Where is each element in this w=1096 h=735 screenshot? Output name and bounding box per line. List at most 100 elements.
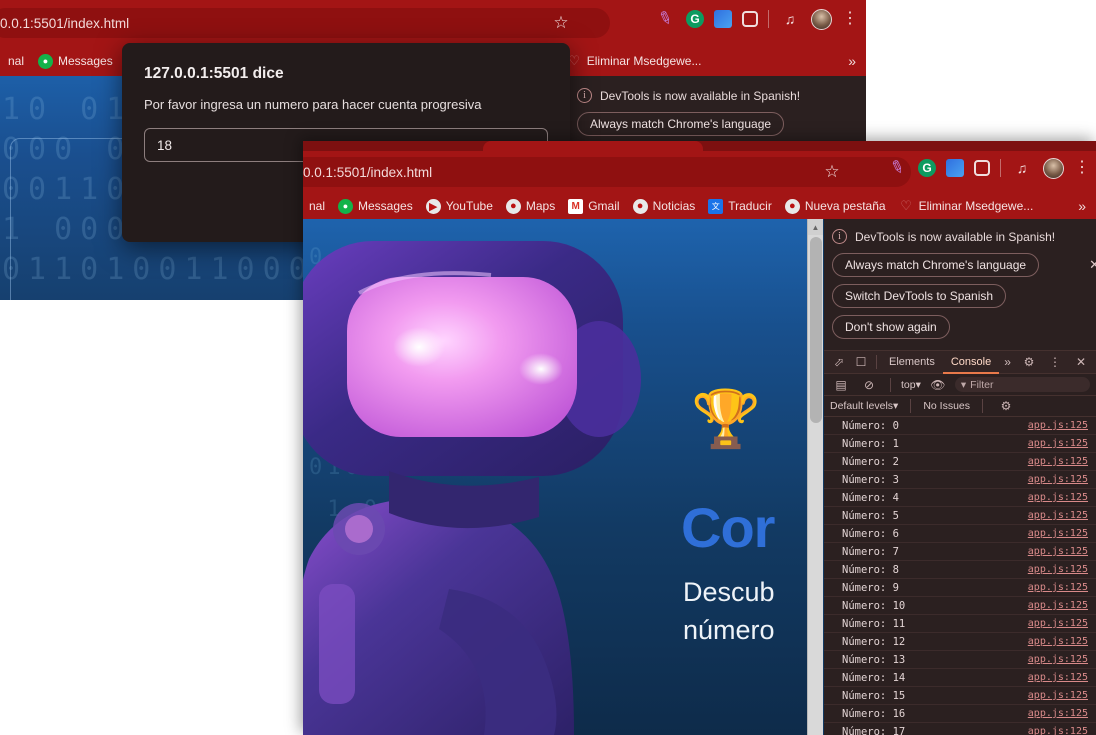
console-log-message: Número: 17 xyxy=(842,725,906,735)
execution-context-select[interactable]: top▾ xyxy=(901,379,921,391)
bookmark-item[interactable]: ♡ Eliminar Msedgewe... xyxy=(567,53,701,69)
console-log-row: Número: 11 app.js:125 xyxy=(824,615,1096,633)
console-log-row: Número: 4 app.js:125 xyxy=(824,489,1096,507)
console-log-source-link[interactable]: app.js:125 xyxy=(1028,600,1088,611)
avatar[interactable] xyxy=(1043,157,1064,179)
tabs-overflow-icon[interactable]: » xyxy=(999,355,1016,369)
newtab-icon: ● xyxy=(784,198,800,214)
avatar[interactable] xyxy=(811,8,832,30)
console-log-source-link[interactable]: app.js:125 xyxy=(1028,456,1088,467)
grammarly-icon[interactable]: G xyxy=(686,10,704,28)
log-levels-select[interactable]: Default levels▾ xyxy=(830,400,898,412)
issues-counter[interactable]: No Issues xyxy=(923,400,970,412)
tab-console[interactable]: Console xyxy=(942,350,1000,374)
toolbar-divider xyxy=(1000,159,1001,177)
kebab-menu-icon[interactable]: ⋮ xyxy=(1044,353,1066,371)
page-subtitle-line-1: Descub xyxy=(683,577,775,607)
console-log-source-link[interactable]: app.js:125 xyxy=(1028,564,1088,575)
back-address-bar[interactable]: 0.0.1:5501/index.html xyxy=(0,8,610,38)
console-log-source-link[interactable]: app.js:125 xyxy=(1028,528,1088,539)
console-log-row: Número: 6 app.js:125 xyxy=(824,525,1096,543)
bookmark-item[interactable]: ● Nueva pestaña xyxy=(784,198,886,214)
back-url-text: 0.0.1:5501/index.html xyxy=(0,15,130,31)
extension-blue-icon[interactable] xyxy=(946,159,964,177)
console-log-source-link[interactable]: app.js:125 xyxy=(1028,708,1088,719)
bookmark-star-icon[interactable]: ☆ xyxy=(548,10,574,36)
bookmark-star-icon[interactable]: ☆ xyxy=(819,159,845,185)
bookmark-item[interactable]: ● Maps xyxy=(505,198,555,214)
bookmark-item[interactable]: ● Messages xyxy=(38,53,113,69)
extensions-puzzle-icon[interactable] xyxy=(742,11,758,27)
console-log-source-link[interactable]: app.js:125 xyxy=(1028,618,1088,629)
back-devtools-notification-text: DevTools is now available in Spanish! xyxy=(600,88,801,103)
scroll-up-icon[interactable]: ▲ xyxy=(808,219,823,235)
console-log-message: Número: 5 xyxy=(842,509,899,522)
kebab-menu-icon[interactable]: ⋮ xyxy=(1074,159,1090,175)
device-toolbar-icon[interactable]: ☐ xyxy=(850,353,872,371)
console-log-source-link[interactable]: app.js:125 xyxy=(1028,438,1088,449)
console-log-message: Número: 8 xyxy=(842,563,899,576)
console-log-message: Número: 9 xyxy=(842,581,899,594)
bookmarks-overflow-icon[interactable]: » xyxy=(848,53,856,69)
grammarly-icon[interactable]: G xyxy=(918,159,936,177)
media-playlist-icon[interactable]: ♫ xyxy=(1011,157,1033,179)
console-log-list: Número: 0 app.js:125 Número: 1 app.js:125 Nú… xyxy=(824,417,1096,735)
console-log-source-link[interactable]: app.js:125 xyxy=(1028,474,1088,485)
bookmark-item[interactable]: ▶ YouTube xyxy=(425,198,493,214)
tab-elements[interactable]: Elements xyxy=(881,350,943,374)
inspect-element-icon[interactable]: ⬀ xyxy=(828,353,850,371)
extension-blue-icon[interactable] xyxy=(714,10,732,28)
console-log-source-link[interactable]: app.js:125 xyxy=(1028,726,1088,735)
pen-icon[interactable]: ✎ xyxy=(651,5,679,33)
clear-console-icon[interactable]: ⊘ xyxy=(858,376,880,394)
console-log-source-link[interactable]: app.js:125 xyxy=(1028,582,1088,593)
bookmark-label: Messages xyxy=(358,199,413,213)
page-text-column: 🏆 Cor Descub número xyxy=(681,219,807,735)
always-match-language-button[interactable]: Always match Chrome's language xyxy=(577,112,785,136)
switch-devtools-spanish-button[interactable]: Switch DevTools to Spanish xyxy=(832,284,1007,308)
console-log-source-link[interactable]: app.js:125 xyxy=(1028,690,1088,701)
live-expression-icon[interactable]: 👁 xyxy=(927,376,949,394)
dont-show-again-button[interactable]: Don't show again xyxy=(832,315,950,339)
console-log-message: Número: 14 xyxy=(842,671,906,684)
kebab-menu-icon[interactable]: ⋮ xyxy=(842,10,858,26)
bookmark-label: YouTube xyxy=(445,199,493,213)
screen: 0.0.1:5501/index.html ☆ ✎ G ♫ ⋮ nal ● Me… xyxy=(0,0,1096,735)
bookmark-label: Gmail xyxy=(588,199,620,213)
close-icon[interactable]: ✕ xyxy=(1070,353,1092,371)
console-settings-icon[interactable]: ⚙ xyxy=(995,397,1017,415)
bookmark-item[interactable]: ● Messages xyxy=(338,198,413,214)
extensions-puzzle-icon[interactable] xyxy=(974,160,990,176)
page-scrollbar[interactable]: ▲ xyxy=(807,219,823,735)
bookmark-item[interactable]: ♡ Eliminar Msedgewe... xyxy=(899,198,1033,214)
media-playlist-icon[interactable]: ♫ xyxy=(779,8,801,30)
console-log-message: Número: 6 xyxy=(842,527,899,540)
console-log-source-link[interactable]: app.js:125 xyxy=(1028,546,1088,557)
bookmark-item[interactable]: 文 Traducir xyxy=(708,198,772,214)
console-level-bar: Default levels▾ No Issues ⚙ xyxy=(824,396,1096,417)
console-log-row: Número: 7 app.js:125 xyxy=(824,543,1096,561)
bookmark-item[interactable]: nal xyxy=(8,54,24,68)
console-log-source-link[interactable]: app.js:125 xyxy=(1028,510,1088,521)
filter-input[interactable]: ▾ Filter xyxy=(954,377,1090,392)
bookmarks-overflow-icon[interactable]: » xyxy=(1078,198,1086,214)
console-log-source-link[interactable]: app.js:125 xyxy=(1028,672,1088,683)
bookmark-item[interactable]: nal xyxy=(309,199,325,213)
dialog-title: 127.0.0.1:5501 dice xyxy=(144,65,284,82)
bookmark-item[interactable]: ● Noticias xyxy=(632,198,695,214)
bookmark-item[interactable]: M Gmail xyxy=(568,198,620,214)
close-icon[interactable]: ✕ xyxy=(1089,257,1096,273)
log-levels-label: Default levels xyxy=(830,400,894,412)
console-log-source-link[interactable]: app.js:125 xyxy=(1028,654,1088,665)
console-log-source-link[interactable]: app.js:125 xyxy=(1028,636,1088,647)
console-log-source-link[interactable]: app.js:125 xyxy=(1028,492,1088,503)
console-log-source-link[interactable]: app.js:125 xyxy=(1028,420,1088,431)
always-match-language-button[interactable]: Always match Chrome's language xyxy=(832,253,1040,277)
active-tab[interactable] xyxy=(483,141,703,151)
pen-icon[interactable]: ✎ xyxy=(883,154,911,182)
info-icon: i xyxy=(577,88,592,103)
console-sidebar-icon[interactable]: ▤ xyxy=(830,376,852,394)
gear-icon[interactable]: ⚙ xyxy=(1018,353,1040,371)
scrollbar-thumb[interactable] xyxy=(810,237,822,423)
bookmark-label: Nueva pestaña xyxy=(804,199,886,213)
